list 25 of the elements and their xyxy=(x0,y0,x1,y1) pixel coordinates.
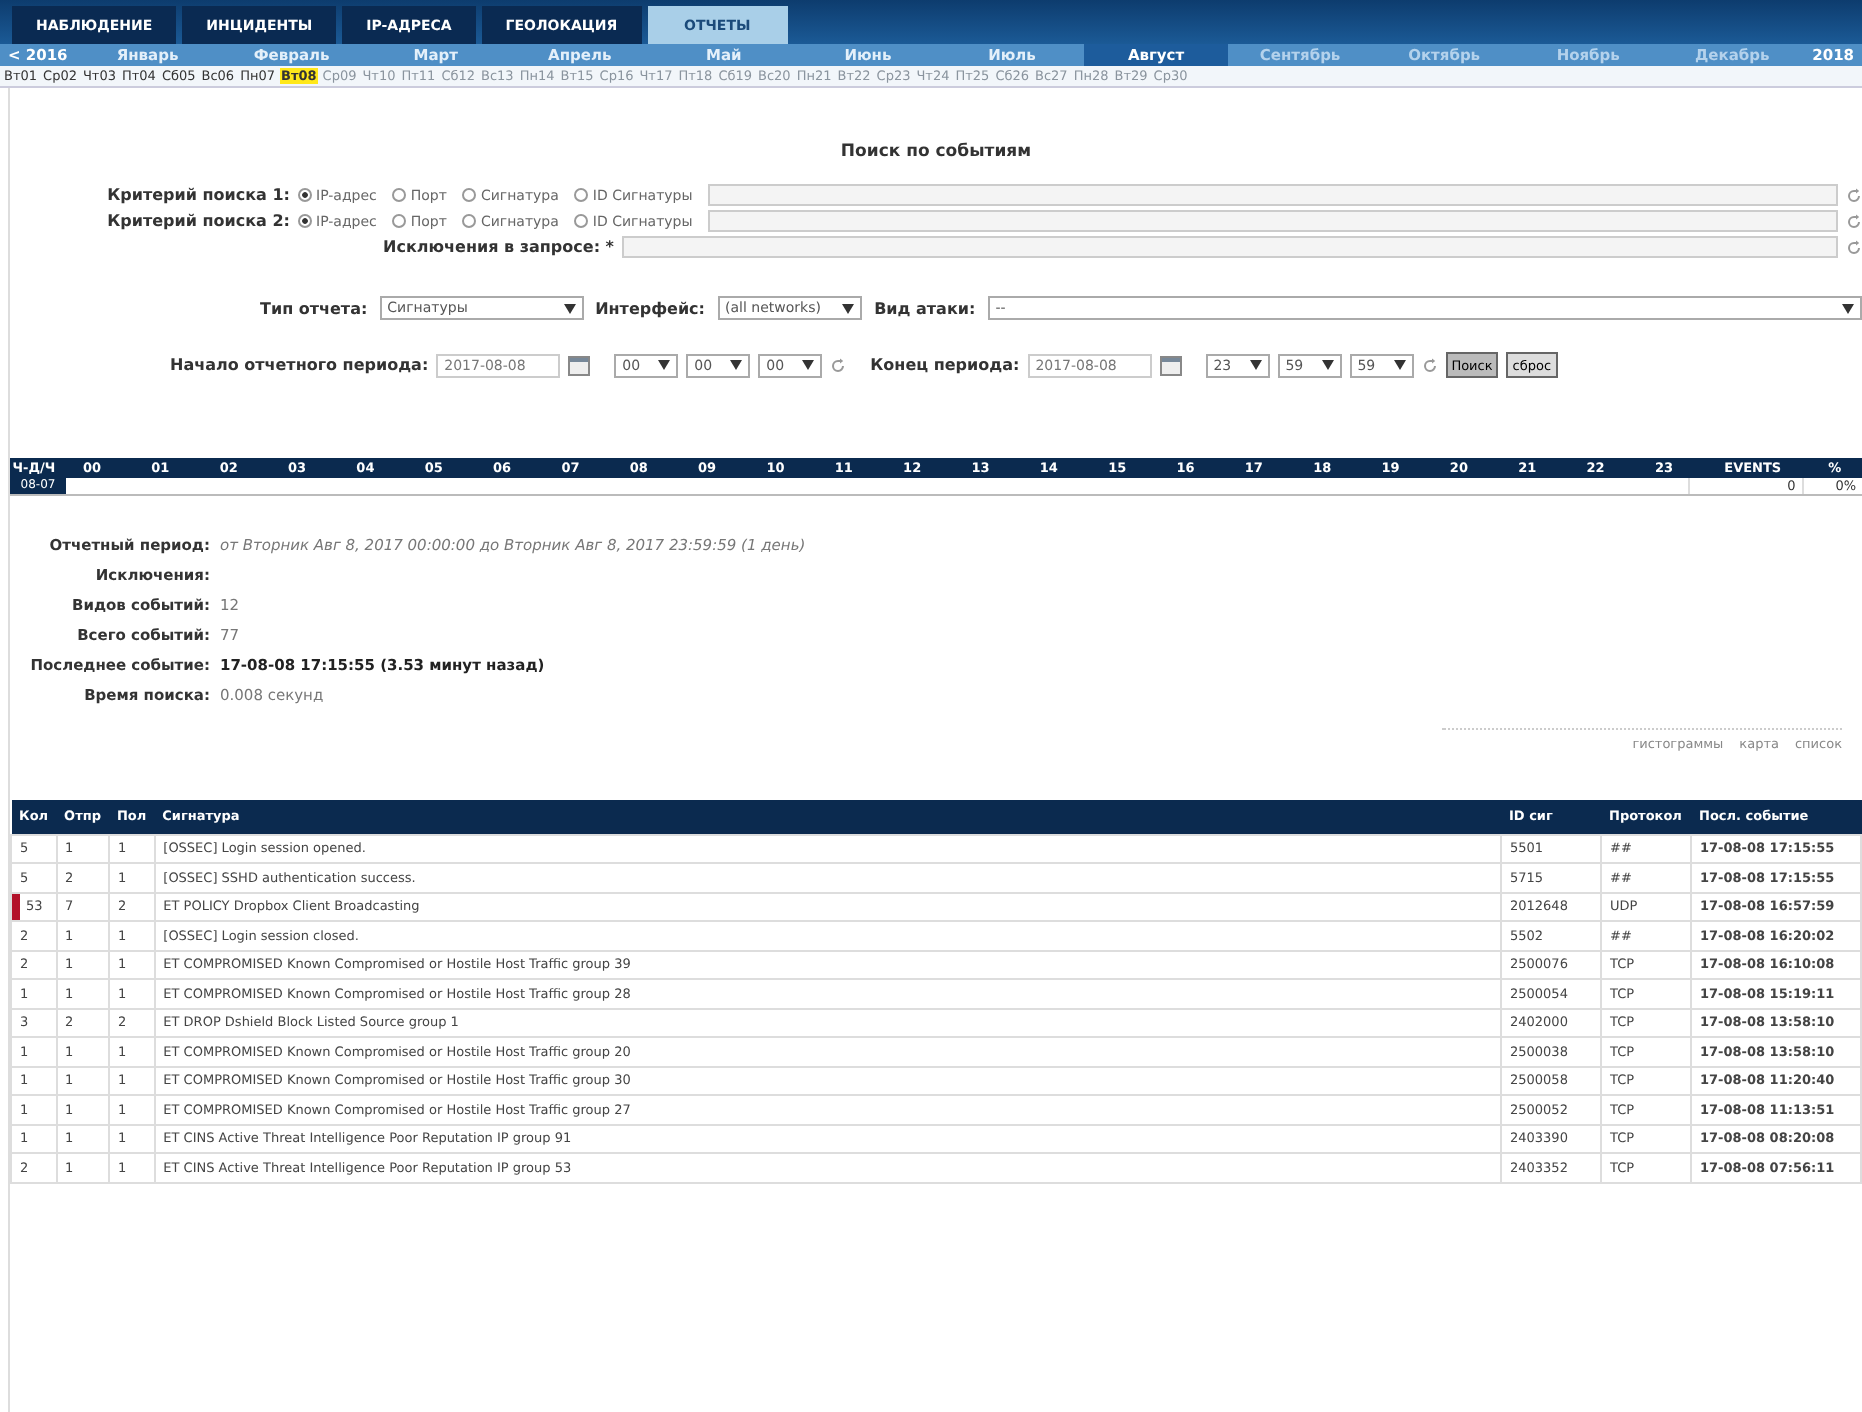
criterion-input[interactable] xyxy=(708,210,1838,232)
calendar-icon[interactable] xyxy=(568,354,591,376)
dropdown-caret-icon[interactable] xyxy=(658,360,671,370)
period-label: Начало отчетного периода: xyxy=(170,356,429,374)
dropdown-caret-icon[interactable] xyxy=(842,303,855,313)
search-title: Поиск по событиям xyxy=(838,142,1034,162)
dropdown-caret-icon[interactable] xyxy=(563,303,576,313)
dropdown-caret-icon[interactable] xyxy=(1321,360,1334,370)
dropdown-caret-icon[interactable] xyxy=(1842,303,1854,313)
dropdown-caret-icon[interactable] xyxy=(802,360,815,370)
dropdown-caret-icon[interactable] xyxy=(1249,360,1262,370)
reset-icon[interactable] xyxy=(830,357,847,373)
filter-label: Интерфейс: xyxy=(595,299,705,317)
criterion-label: Критерий поиска 1: xyxy=(107,186,290,204)
criterion-label: Критерий поиска 2: xyxy=(107,212,290,230)
criterion-input[interactable] xyxy=(708,184,1838,206)
dropdown-caret-icon[interactable] xyxy=(730,360,743,370)
calendar-icon[interactable] xyxy=(1159,354,1182,376)
reset-icon[interactable] xyxy=(1421,357,1438,373)
filter-label: Вид атаки: xyxy=(874,299,976,317)
dropdown-caret-icon[interactable] xyxy=(1393,360,1406,370)
filter-label: Тип отчета: xyxy=(260,299,368,317)
period-label: Конец периода: xyxy=(870,356,1020,374)
exclusions-input[interactable] xyxy=(622,236,1838,258)
exclusions-label: Исключения в запросе: * xyxy=(383,238,614,256)
